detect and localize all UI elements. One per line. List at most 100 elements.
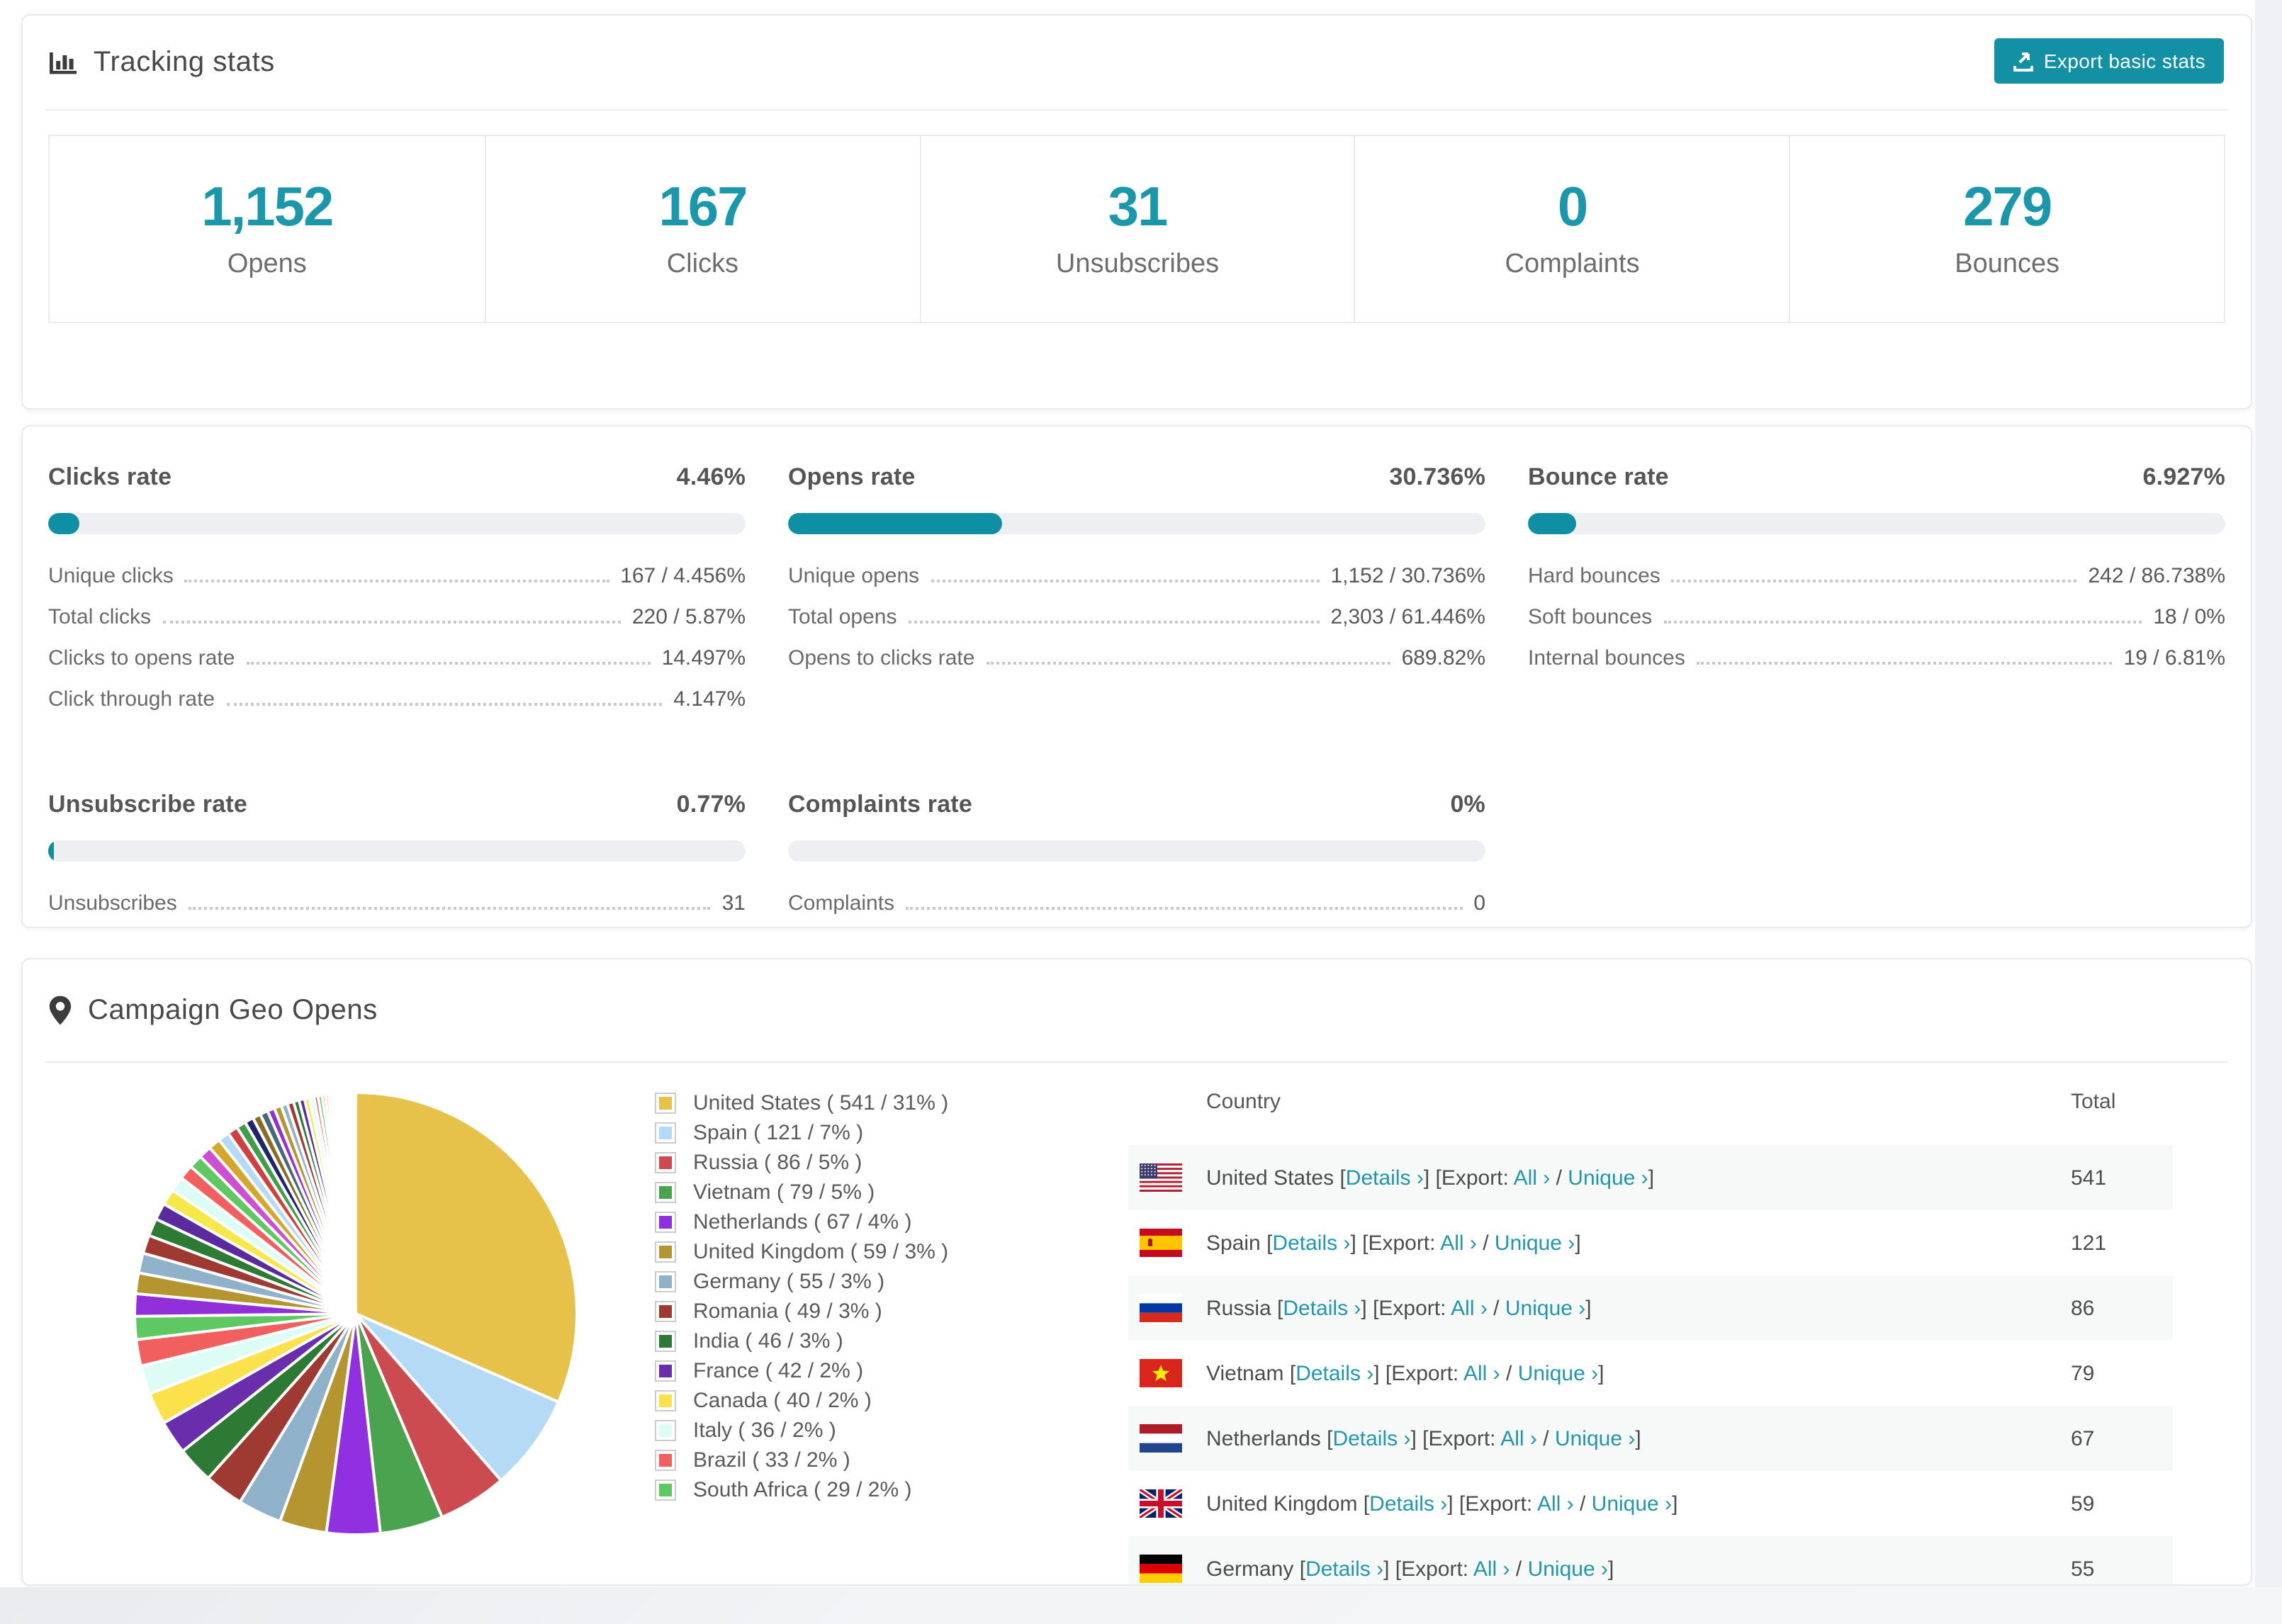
geo-header: Campaign Geo Opens bbox=[23, 959, 2251, 1061]
legend-swatch-icon bbox=[655, 1479, 676, 1501]
dotted-leader bbox=[1671, 580, 2077, 582]
geo-table-row-united-kingdom: United Kingdom [Details ›] [Export: All … bbox=[1128, 1471, 2173, 1536]
rate-rows: Unsubscribes 31 bbox=[48, 891, 746, 915]
rate-value: 4.46% bbox=[676, 463, 746, 490]
legend-label: Romania ( 49 / 3% ) bbox=[693, 1299, 882, 1324]
rate-progress-track bbox=[788, 840, 1485, 862]
rate-progress-fill bbox=[48, 513, 79, 534]
rate-rows: Complaints 0 bbox=[788, 891, 1485, 915]
export-unique-link[interactable]: Unique › bbox=[1528, 1557, 1608, 1581]
rate-title: Opens rate bbox=[788, 463, 916, 490]
stat-bounces: 279 Bounces bbox=[1789, 136, 2224, 322]
rate-title: Bounce rate bbox=[1528, 463, 1669, 490]
details-link[interactable]: Details › bbox=[1283, 1296, 1361, 1320]
stat-value: 0 bbox=[1557, 177, 1588, 238]
dotted-leader bbox=[986, 662, 1390, 665]
rate-detail-row: Complaints 0 bbox=[788, 891, 1485, 915]
details-link[interactable]: Details › bbox=[1272, 1231, 1350, 1255]
geo-table-row-germany: Germany [Details ›] [Export: All › / Uni… bbox=[1128, 1536, 2173, 1584]
rate-detail-value: 14.497% bbox=[661, 646, 746, 670]
rate-detail-row: Unsubscribes 31 bbox=[48, 891, 746, 915]
details-link[interactable]: Details › bbox=[1295, 1361, 1373, 1385]
stat-label: Clicks bbox=[666, 249, 739, 279]
country-cell: Spain [Details ›] [Export: All › / Uniqu… bbox=[1206, 1231, 1581, 1255]
legend-swatch-icon bbox=[655, 1271, 676, 1292]
stats-strip: 1,152 Opens 167 Clicks 31 Unsubscribes 0 Co… bbox=[48, 135, 2225, 323]
rate-detail-label: Opens to clicks rate bbox=[788, 646, 975, 670]
rate-detail-value: 0 bbox=[1473, 891, 1485, 915]
campaign-geo-opens-card: Campaign Geo Opens United States ( 541 /… bbox=[21, 958, 2252, 1586]
total-cell: 55 bbox=[2071, 1557, 2095, 1581]
details-link[interactable]: Details › bbox=[1369, 1492, 1447, 1516]
rate-detail-label: Clicks to opens rate bbox=[48, 646, 235, 670]
rate-detail-label: Total opens bbox=[788, 605, 897, 629]
stat-opens: 1,152 Opens bbox=[50, 136, 485, 322]
flag-es-icon bbox=[1140, 1229, 1182, 1257]
export-all-link[interactable]: All › bbox=[1451, 1296, 1488, 1320]
export-unique-link[interactable]: Unique › bbox=[1495, 1231, 1575, 1255]
export-unique-link[interactable]: Unique › bbox=[1555, 1426, 1635, 1450]
legend-swatch-icon bbox=[655, 1301, 676, 1322]
tracking-stats-card: Tracking stats Export basic stats 1,152 … bbox=[21, 14, 2252, 410]
total-cell: 121 bbox=[2071, 1231, 2107, 1255]
export-all-link[interactable]: All › bbox=[1514, 1166, 1551, 1190]
rate-value: 0.77% bbox=[676, 791, 746, 818]
rate-detail-row: Total opens 2,303 / 61.446% bbox=[788, 605, 1485, 629]
rate-detail-value: 31 bbox=[721, 891, 746, 915]
legend-item-vietnam: Vietnam ( 79 / 5% ) bbox=[655, 1178, 948, 1207]
rate-detail-value: 220 / 5.87% bbox=[631, 605, 746, 629]
rate-detail-row: Clicks to opens rate 14.497% bbox=[48, 646, 746, 670]
rate-detail-value: 19 / 6.81% bbox=[2123, 646, 2225, 670]
country-cell: United Kingdom [Details ›] [Export: All … bbox=[1206, 1492, 1678, 1516]
details-link[interactable]: Details › bbox=[1305, 1557, 1383, 1581]
legend-swatch-icon bbox=[655, 1122, 676, 1144]
country-cell: United States [Details ›] [Export: All ›… bbox=[1206, 1166, 1655, 1190]
export-all-link[interactable]: All › bbox=[1473, 1557, 1510, 1581]
legend-label: Vietnam ( 79 / 5% ) bbox=[693, 1180, 875, 1205]
country-cell: Russia [Details ›] [Export: All › / Uniq… bbox=[1206, 1296, 1592, 1320]
stat-label: Opens bbox=[227, 249, 307, 279]
legend-swatch-icon bbox=[655, 1390, 676, 1411]
export-all-link[interactable]: All › bbox=[1537, 1492, 1574, 1516]
rate-detail-value: 2,303 / 61.446% bbox=[1330, 605, 1485, 629]
legend-item-spain: Spain ( 121 / 7% ) bbox=[655, 1118, 948, 1148]
column-header-country: Country bbox=[1206, 1089, 1281, 1113]
rate-panel-bounce-rate: Bounce rate 6.927% Hard bounces 242 / 86… bbox=[1528, 463, 2225, 728]
rate-head: Bounce rate 6.927% bbox=[1528, 463, 2225, 492]
legend-item-canada: Canada ( 40 / 2% ) bbox=[655, 1386, 948, 1416]
export-unique-link[interactable]: Unique › bbox=[1518, 1361, 1598, 1385]
country-cell: Netherlands [Details ›] [Export: All › /… bbox=[1206, 1426, 1641, 1450]
rate-detail-label: Complaints bbox=[788, 891, 895, 915]
export-all-link[interactable]: All › bbox=[1500, 1426, 1537, 1450]
details-link[interactable]: Details › bbox=[1346, 1166, 1424, 1190]
tracking-stats-header: Tracking stats Export basic stats bbox=[23, 16, 2251, 109]
legend-item-south-africa: South Africa ( 29 / 2% ) bbox=[655, 1475, 948, 1505]
rate-detail-label: Hard bounces bbox=[1528, 564, 1660, 588]
rate-rows: Unique clicks 167 / 4.456% Total clicks … bbox=[48, 564, 746, 711]
stat-value: 167 bbox=[658, 177, 748, 238]
export-icon bbox=[2013, 50, 2034, 72]
legend-swatch-icon bbox=[655, 1182, 676, 1203]
rate-detail-row: Opens to clicks rate 689.82% bbox=[788, 646, 1485, 670]
export-unique-link[interactable]: Unique › bbox=[1505, 1296, 1585, 1320]
geo-table-row-netherlands: Netherlands [Details ›] [Export: All › /… bbox=[1128, 1406, 2173, 1471]
legend-item-brazil: Brazil ( 33 / 2% ) bbox=[655, 1445, 948, 1475]
flag-ru-icon bbox=[1140, 1294, 1182, 1322]
page-bottom-band bbox=[0, 1587, 2282, 1624]
export-all-link[interactable]: All › bbox=[1463, 1361, 1500, 1385]
rate-detail-value: 4.147% bbox=[673, 687, 746, 711]
legend-label: United Kingdom ( 59 / 3% ) bbox=[693, 1240, 949, 1264]
geo-table-row-spain: Spain [Details ›] [Export: All › / Uniqu… bbox=[1128, 1210, 2173, 1275]
legend-item-united-states: United States ( 541 / 31% ) bbox=[655, 1088, 948, 1118]
export-all-link[interactable]: All › bbox=[1440, 1231, 1477, 1255]
rate-detail-label: Click through rate bbox=[48, 687, 215, 711]
geo-body: United States ( 541 / 31% ) Spain ( 121 … bbox=[23, 1063, 2251, 1584]
stat-clicks: 167 Clicks bbox=[484, 136, 920, 322]
export-unique-link[interactable]: Unique › bbox=[1568, 1166, 1648, 1190]
export-basic-stats-button[interactable]: Export basic stats bbox=[1994, 38, 2224, 84]
flag-de-icon bbox=[1140, 1555, 1182, 1583]
details-link[interactable]: Details › bbox=[1332, 1426, 1410, 1450]
rate-panel-opens-rate: Opens rate 30.736% Unique opens 1,152 / … bbox=[788, 463, 1485, 728]
dotted-leader bbox=[162, 621, 621, 624]
export-unique-link[interactable]: Unique › bbox=[1592, 1492, 1672, 1516]
